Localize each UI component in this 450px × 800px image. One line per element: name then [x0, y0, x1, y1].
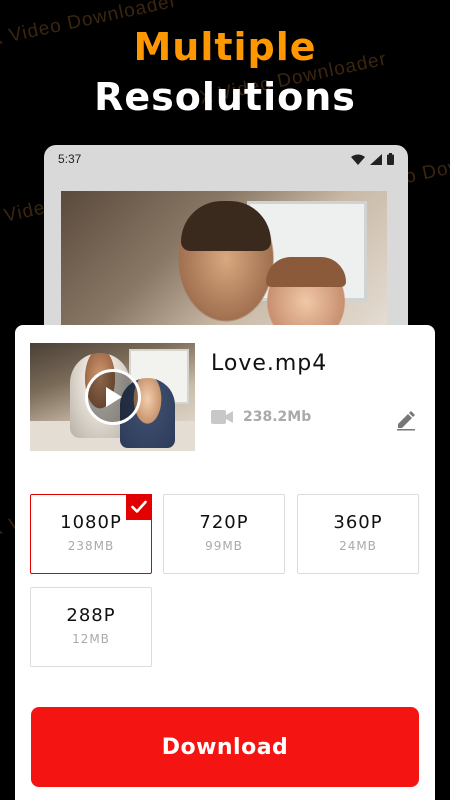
resolution-size: 238MB [67, 539, 115, 553]
edit-pencil-icon[interactable] [395, 409, 417, 431]
phone-mockup: 5:37 [44, 145, 408, 351]
headline-multiple: Multiple [133, 25, 317, 69]
signal-icon [370, 153, 382, 165]
file-meta: 238.2Mb [211, 409, 311, 425]
download-button[interactable]: Download [31, 707, 419, 787]
video-thumbnail[interactable] [30, 343, 195, 451]
headline-resolutions: Resolutions [94, 75, 356, 119]
resolution-option-360p[interactable]: 360P 24MB [297, 494, 419, 574]
status-icons [351, 153, 394, 165]
resolution-sheet: Love.mp4 238.2Mb 1080P 238MB 720P 99MB 3… [15, 325, 435, 800]
play-button[interactable] [85, 369, 141, 425]
wifi-icon [351, 154, 365, 165]
status-time: 5:37 [58, 152, 82, 166]
check-icon [131, 500, 147, 513]
resolution-size: 12MB [72, 632, 110, 646]
battery-icon [387, 153, 394, 165]
resolution-label: 720P [199, 512, 249, 533]
resolution-label: 360P [333, 512, 383, 533]
file-title: Love.mp4 [211, 351, 328, 376]
status-bar: 5:37 [44, 145, 408, 173]
resolution-size: 99MB [205, 539, 243, 553]
resolution-option-288p[interactable]: 288P 12MB [30, 587, 152, 667]
resolution-label: 288P [66, 605, 116, 626]
selected-check-badge [126, 494, 152, 520]
resolution-option-720p[interactable]: 720P 99MB [163, 494, 285, 574]
file-size: 238.2Mb [243, 409, 312, 425]
play-icon [106, 387, 122, 407]
woman-hair [266, 257, 346, 287]
video-camera-icon [211, 410, 233, 424]
resolution-size: 24MB [339, 539, 377, 553]
resolution-option-1080p[interactable]: 1080P 238MB [30, 494, 152, 574]
